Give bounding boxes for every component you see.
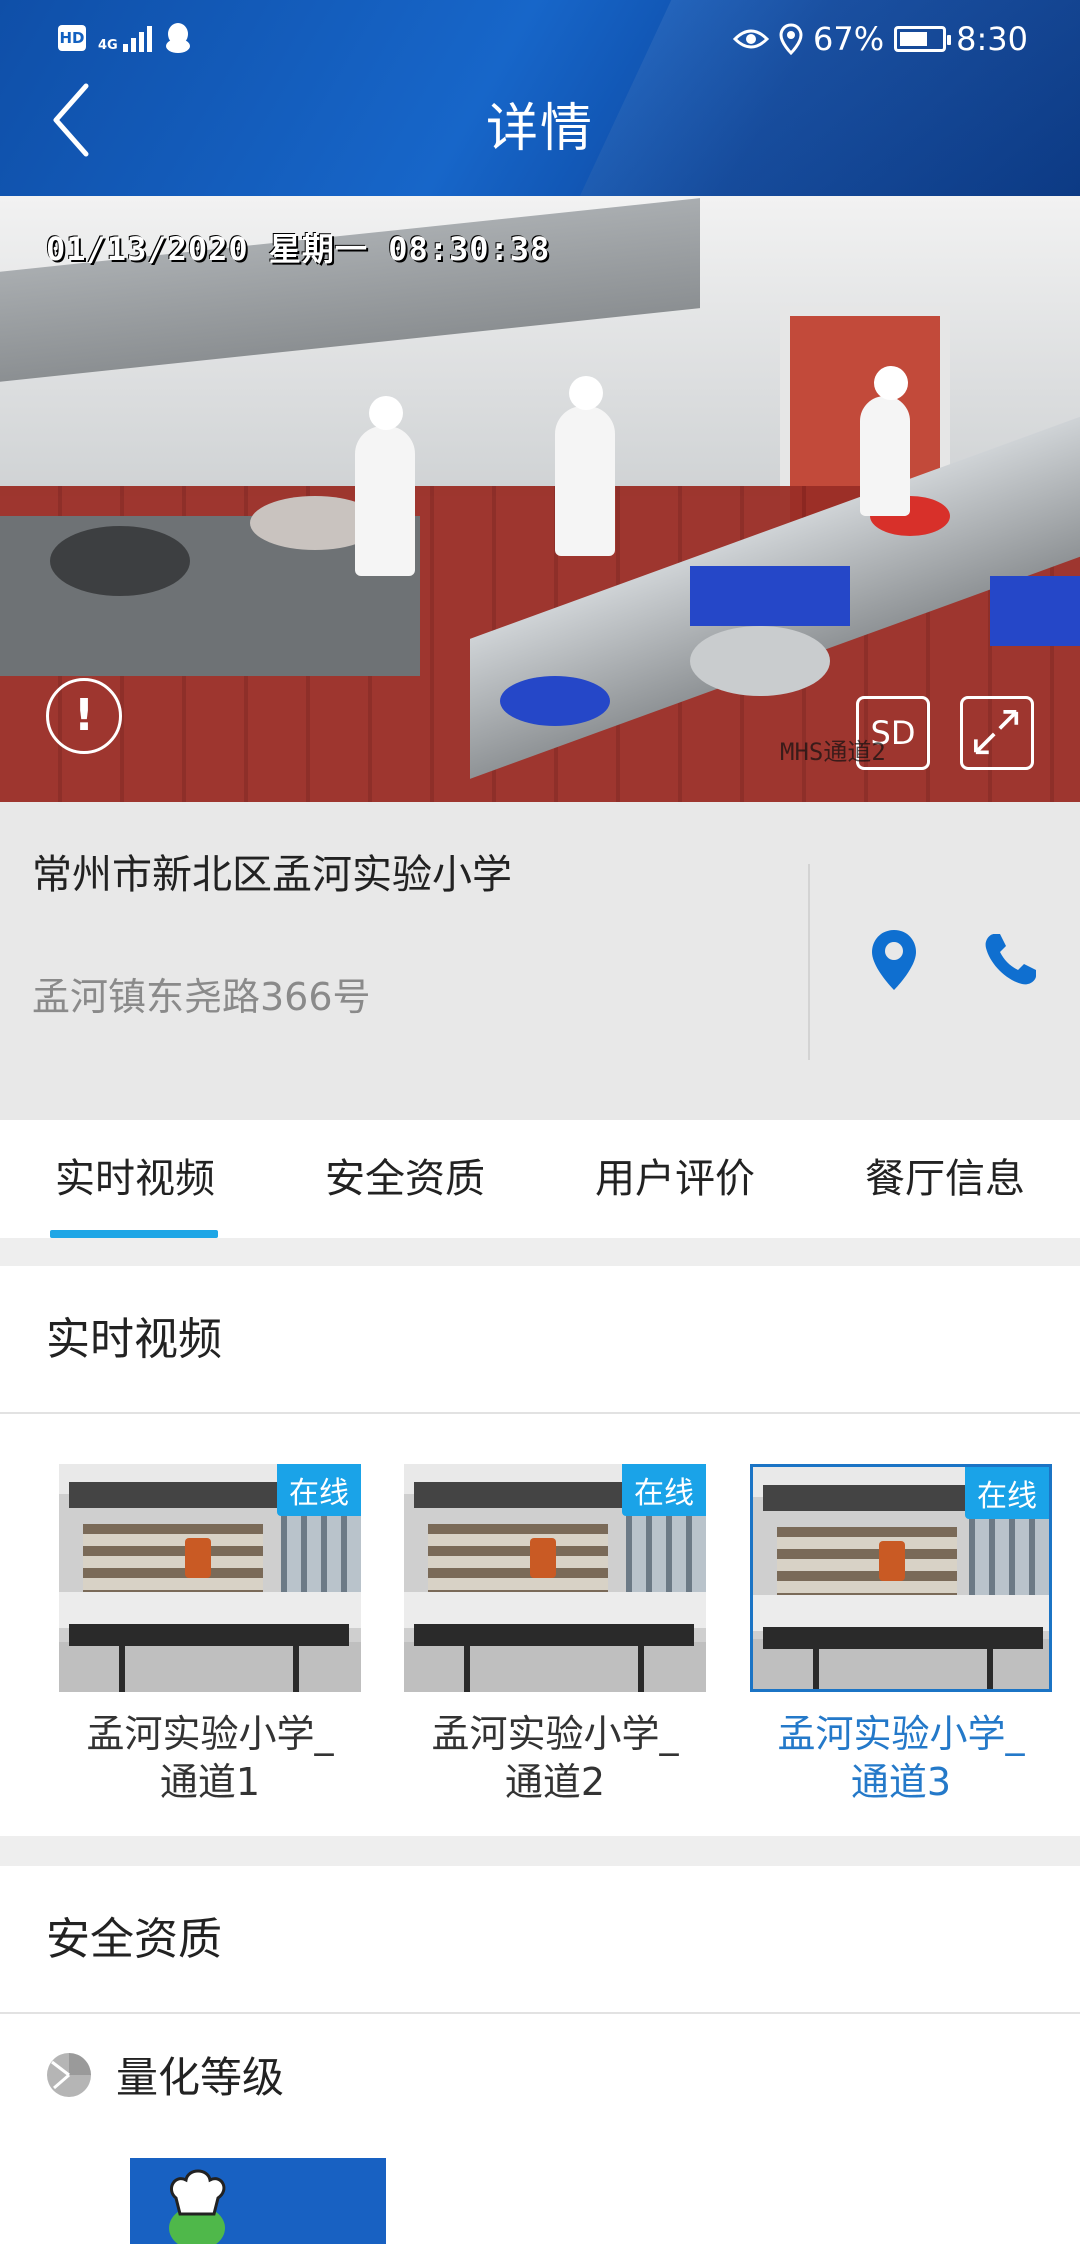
pie-chart-icon (47, 2052, 91, 2097)
clock: 8:30 (956, 20, 1028, 58)
page-title: 详情 (485, 99, 594, 159)
video-timestamp: 01/13/2020 星期一 08:30:38 (46, 230, 551, 268)
detail-page: HD 4G 67% 8:30 详情 01/13/2020 星期一 08:30:3… (0, 0, 1080, 2244)
qq-icon (165, 23, 190, 53)
network-type: 4G (98, 38, 118, 53)
tab-bar: 实时视频 安全资质 用户评价 餐厅信息 (0, 1120, 1080, 1238)
channel-name: 孟河实验小学_ 通道1 (49, 1710, 371, 1806)
report-alert-button[interactable]: ! (46, 678, 122, 754)
camera-label: MHS通道2 (780, 738, 886, 766)
channel-name: 孟河实验小学_ 通道3 (740, 1710, 1062, 1806)
app-header: HD 4G 67% 8:30 详情 (0, 0, 1080, 196)
status-right: 67% 8:30 (733, 20, 1028, 58)
video-bg-basket (690, 566, 850, 626)
safety-qualification-section: 安全资质 量化等级 (0, 1866, 1080, 2244)
section-title: 安全资质 (0, 1866, 1080, 2014)
location-pin-icon[interactable] (868, 928, 920, 992)
video-bg-basin (690, 626, 830, 696)
video-bg-wok (50, 526, 190, 596)
video-player[interactable]: 01/13/2020 星期一 08:30:38 ! SD MHS通道2 (0, 196, 1080, 802)
channel-thumbnail-selected[interactable]: 在线 (750, 1464, 1052, 1692)
channel-thumbnail[interactable]: 在线 (59, 1464, 361, 1692)
channel-name-line2: 通道1 (159, 1760, 261, 1804)
fullscreen-button[interactable] (960, 696, 1034, 770)
grade-badge-image (130, 2158, 386, 2244)
channel-name-line1: 孟河实验小学_ (777, 1712, 1025, 1756)
online-badge: 在线 (277, 1464, 361, 1516)
battery-icon (894, 26, 952, 52)
chef-hat-icon (169, 2169, 226, 2244)
eye-icon (733, 29, 770, 49)
restaurant-name: 常州市新北区孟河实验小学 (32, 852, 512, 898)
restaurant-address: 孟河镇东尧路366号 (32, 975, 371, 1019)
video-bg-chef-2 (555, 376, 615, 556)
live-video-section: 实时视频 在线 孟河实验小学_ 通道1 在线 孟河实验小学_ 通道2 在线 孟河… (0, 1266, 1080, 1836)
video-bg-basket-3 (990, 576, 1080, 646)
video-bg-chef-3 (860, 366, 910, 516)
video-bg-basket-2 (500, 676, 610, 726)
quant-level-row: 量化等级 (44, 2044, 284, 2105)
channel-name-line1: 孟河实验小学_ (86, 1712, 334, 1756)
section-title: 实时视频 (0, 1266, 1080, 1414)
hd-icon: HD (58, 25, 86, 51)
restaurant-info: 常州市新北区孟河实验小学 孟河镇东尧路366号 (0, 802, 1080, 1120)
battery-percent: 67% (813, 20, 885, 58)
tab-active-indicator (50, 1230, 218, 1238)
tab-label: 安全资质 (325, 1156, 485, 1202)
signal-icon: 4G (98, 24, 152, 52)
channel-name-line2: 通道2 (504, 1760, 606, 1804)
tab-label: 用户评价 (595, 1156, 755, 1202)
status-bar: HD 4G 67% 8:30 (0, 0, 1080, 80)
tab-safety-qualification[interactable]: 安全资质 (270, 1120, 540, 1238)
online-badge: 在线 (622, 1464, 706, 1516)
phone-icon[interactable] (980, 930, 1040, 990)
status-left: HD 4G (58, 22, 192, 54)
tab-restaurant-info[interactable]: 餐厅信息 (810, 1120, 1080, 1238)
online-badge: 在线 (965, 1467, 1049, 1519)
video-bg-chef-1 (355, 396, 415, 576)
tab-user-reviews[interactable]: 用户评价 (540, 1120, 810, 1238)
tab-label: 实时视频 (55, 1156, 215, 1202)
info-divider (808, 864, 810, 1060)
channel-name: 孟河实验小学_ 通道2 (394, 1710, 716, 1806)
channel-thumbnail[interactable]: 在线 (404, 1464, 706, 1692)
quant-level-label: 量化等级 (116, 2053, 285, 2102)
channel-name-line2: 通道3 (850, 1760, 952, 1804)
location-icon (779, 23, 803, 55)
tab-label: 餐厅信息 (865, 1156, 1025, 1202)
channel-name-line1: 孟河实验小学_ (431, 1712, 679, 1756)
tab-live-video[interactable]: 实时视频 (0, 1120, 270, 1238)
